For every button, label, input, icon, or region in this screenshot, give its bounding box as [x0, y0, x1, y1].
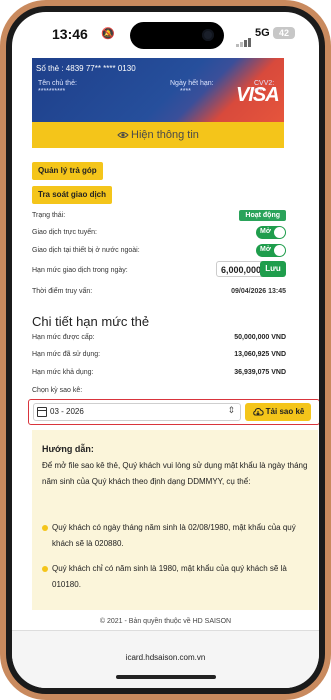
used-limit-label: Hạn mức đã sử dụng: — [32, 351, 101, 358]
granted-limit-value: 50,000,000 VND — [234, 334, 286, 341]
battery-icon: 42 — [273, 27, 295, 39]
available-limit-label: Hạn mức khả dụng: — [32, 369, 94, 376]
bell-muted-icon: 🔕 — [101, 28, 115, 40]
statement-period-box: 03 - 2026 ⇕ Tải sao kê — [28, 399, 319, 425]
installment-button[interactable]: Quản lý trả góp — [32, 162, 103, 180]
camera-icon — [202, 29, 214, 41]
guide-title: Hướng dẫn: — [42, 444, 94, 454]
network-label: 5G — [255, 27, 270, 39]
used-limit-row: Hạn mức đã sử dụng: 13,060,925 VND — [32, 351, 286, 358]
card-expiry-label: Ngày hết hạn: — [170, 80, 214, 87]
overseas-transaction-row: Giao dịch tại thiết bị ở nước ngoài: Mở — [32, 244, 286, 257]
card-holder-label: Tên chủ thẻ: — [38, 80, 77, 87]
show-info-label: Hiện thông tin — [131, 129, 199, 141]
overseas-toggle-text: Mở — [260, 246, 271, 253]
daily-limit-row: Hạn mức giao dịch trong ngày: 6,000,000 … — [32, 261, 286, 277]
signal-icon — [236, 29, 252, 47]
access-time-label: Thời điểm truy vấn: — [32, 288, 93, 295]
access-time-value: 09/04/2026 13:45 — [231, 288, 286, 295]
calendar-icon — [37, 407, 47, 417]
home-indicator[interactable] — [116, 675, 216, 679]
used-limit-value: 13,060,925 VND — [234, 351, 286, 358]
show-info-button[interactable]: Hiện thông tin — [32, 122, 284, 148]
card-cvv-value: *** — [254, 88, 263, 95]
statement-period-select[interactable]: 03 - 2026 ⇕ — [33, 403, 241, 421]
online-transaction-row: Giao dịch trực tuyến: Mở — [32, 226, 286, 239]
statement-period-label: Chọn kỳ sao kê: — [32, 387, 83, 394]
granted-limit-label: Hạn mức được cấp: — [32, 334, 95, 341]
online-transaction-label: Giao dịch trực tuyến: — [32, 229, 97, 236]
guide-intro: Để mở file sao kê thẻ, Quý khách vui lòn… — [42, 461, 308, 486]
card-expiry-value: **** — [180, 88, 191, 95]
cloud-download-icon — [252, 407, 264, 416]
browser-url-bar[interactable]: icard.hdsaison.com.vn — [12, 630, 319, 688]
guide-example-2: Quý khách chỉ có năm sinh là 1980, mật k… — [52, 564, 287, 589]
online-transaction-toggle[interactable]: Mở — [256, 226, 286, 239]
daily-limit-label: Hạn mức giao dịch trong ngày: — [32, 267, 128, 274]
online-toggle-text: Mở — [260, 228, 271, 235]
statement-period-value: 03 - 2026 — [50, 407, 84, 416]
status-row: Trạng thái: Hoạt động — [32, 210, 286, 221]
card-holder-value: ********** — [38, 88, 66, 95]
overseas-transaction-toggle[interactable]: Mở — [256, 244, 286, 257]
limit-detail-title: Chi tiết hạn mức thẻ — [32, 314, 150, 329]
available-limit-row: Hạn mức khả dụng: 36,939,075 VND — [32, 369, 286, 376]
status-label: Trạng thái: — [32, 212, 66, 219]
granted-limit-row: Hạn mức được cấp: 50,000,000 VND — [32, 334, 286, 341]
status-bar: 13:46 🔕 5G 42 — [12, 12, 319, 58]
download-statement-button[interactable]: Tải sao kê — [245, 403, 311, 421]
transaction-review-button[interactable]: Tra soát giao dịch — [32, 186, 113, 204]
status-time: 13:46 — [52, 26, 88, 42]
download-statement-label: Tải sao kê — [265, 407, 305, 416]
statement-period-label-row: Chọn kỳ sao kê: — [32, 387, 286, 394]
bullet-icon — [42, 525, 48, 531]
save-limit-button[interactable]: Lưu — [260, 261, 286, 277]
overseas-transaction-label: Giao dịch tại thiết bị ở nước ngoài: — [32, 247, 140, 254]
url-text: icard.hdsaison.com.vn — [125, 653, 206, 662]
eye-icon — [117, 132, 129, 139]
screen: 13:46 🔕 5G 42 Số thẻ : 4839 77** **** 01… — [12, 12, 319, 688]
dynamic-island — [130, 22, 224, 49]
card-cvv-label: CVV2: — [254, 80, 275, 87]
credit-card: Số thẻ : 4839 77** **** 0130 Tên chủ thẻ… — [32, 58, 284, 122]
status-badge: Hoạt động — [239, 210, 286, 221]
bullet-icon — [42, 566, 48, 572]
available-limit-value: 36,939,075 VND — [234, 369, 286, 376]
toggle-knob — [274, 245, 285, 256]
guide-box: Hướng dẫn: Để mở file sao kê thẻ, Quý kh… — [32, 430, 318, 610]
toggle-knob — [274, 227, 285, 238]
card-number: Số thẻ : 4839 77** **** 0130 — [36, 64, 136, 73]
footer-copyright: © 2021 - Bản quyền thuộc về HD SAISON — [99, 618, 232, 625]
chevron-updown-icon: ⇕ — [227, 405, 235, 415]
guide-example-1: Quý khách có ngày tháng năm sinh là 02/0… — [52, 523, 296, 548]
access-time-row: Thời điểm truy vấn: 09/04/2026 13:45 — [32, 288, 286, 295]
